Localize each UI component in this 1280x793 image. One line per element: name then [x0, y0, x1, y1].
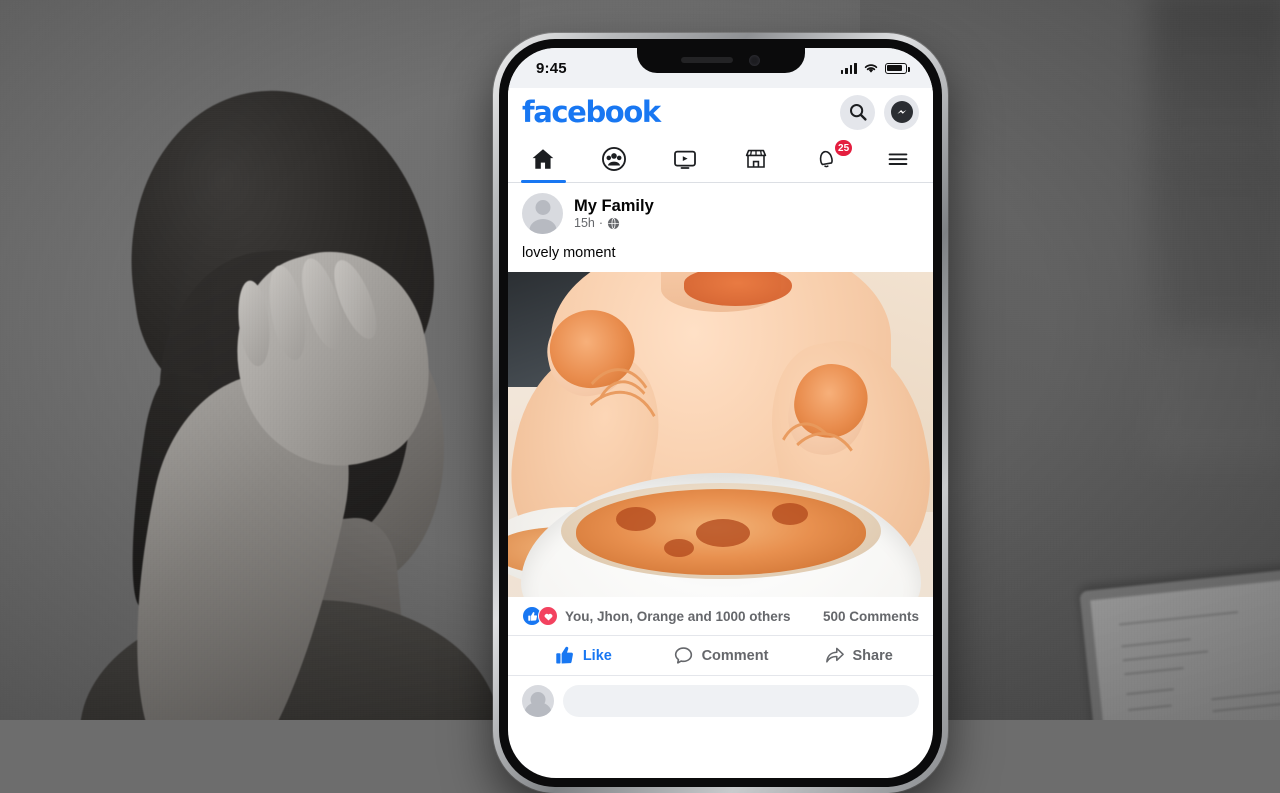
- thumbs-up-icon: [554, 645, 575, 666]
- messenger-icon[interactable]: [884, 95, 919, 130]
- phone-screen: 9:45 facebook: [508, 48, 933, 778]
- phone-notch: [637, 48, 805, 73]
- nav-tab-watch[interactable]: [650, 136, 721, 182]
- comment-input[interactable]: [563, 685, 919, 717]
- hamburger-menu-icon: [885, 146, 911, 172]
- nav-tab-notifications[interactable]: 25: [791, 136, 862, 182]
- comment-bubble-icon: [673, 645, 694, 666]
- share-arrow-icon: [824, 645, 845, 666]
- marketplace-icon: [742, 145, 770, 173]
- active-tab-underline: [521, 180, 566, 183]
- battery-icon: [885, 63, 907, 74]
- friends-icon: [601, 146, 627, 172]
- video-icon: [671, 145, 699, 173]
- post-meta-separator: ·: [599, 216, 603, 230]
- like-button[interactable]: Like: [514, 645, 652, 666]
- comment-label: Comment: [702, 648, 769, 664]
- avatar[interactable]: [522, 193, 563, 234]
- earpiece-speaker: [681, 57, 733, 63]
- feed-post: My Family 15h · lovely moment: [508, 183, 933, 726]
- post-meta: 15h ·: [574, 216, 654, 230]
- post-header: My Family 15h ·: [508, 183, 933, 238]
- reaction-icons: [522, 606, 558, 626]
- phone-device: 9:45 facebook: [493, 33, 948, 793]
- laptop-screen: [1090, 569, 1280, 720]
- navigation-tabs: 25: [508, 136, 933, 183]
- background-blurred-panel-2: [1160, 150, 1280, 330]
- post-body-text: lovely moment: [508, 238, 933, 272]
- post-reactions-bar: You, Jhon, Orange and 1000 others 500 Co…: [508, 597, 933, 636]
- comments-count[interactable]: 500 Comments: [823, 609, 919, 624]
- avatar[interactable]: [522, 685, 554, 717]
- nav-tab-menu[interactable]: [862, 136, 933, 182]
- header-actions: [840, 95, 919, 130]
- share-label: Share: [853, 648, 893, 664]
- nav-tab-home[interactable]: [508, 136, 579, 182]
- post-timestamp: 15h: [574, 216, 595, 230]
- home-icon: [530, 146, 556, 172]
- background-laptop: [1079, 565, 1280, 720]
- post-image[interactable]: [508, 272, 933, 597]
- post-author-block: My Family 15h ·: [574, 197, 654, 231]
- notification-badge: 25: [834, 139, 853, 157]
- app-header: facebook: [508, 88, 933, 136]
- phone-bezel: 9:45 facebook: [499, 39, 942, 787]
- status-bar-time: 9:45: [536, 60, 567, 77]
- reaction-summary-group[interactable]: You, Jhon, Orange and 1000 others: [522, 606, 791, 626]
- status-bar-indicators: [841, 62, 907, 74]
- facebook-logo[interactable]: facebook: [522, 98, 660, 127]
- comment-button[interactable]: Comment: [652, 645, 790, 666]
- post-actions-bar: Like Comment Share: [508, 636, 933, 676]
- post-author-name[interactable]: My Family: [574, 197, 654, 216]
- cellular-bars-icon: [841, 62, 857, 74]
- search-icon[interactable]: [840, 95, 875, 130]
- share-button[interactable]: Share: [789, 645, 927, 666]
- comment-composer: [508, 676, 933, 726]
- nav-tab-friends[interactable]: [579, 136, 650, 182]
- status-bar: 9:45: [508, 48, 933, 88]
- front-camera-icon: [749, 55, 760, 66]
- bowl-pasta: [576, 489, 866, 575]
- like-label: Like: [583, 648, 612, 664]
- reaction-summary-text: You, Jhon, Orange and 1000 others: [565, 609, 791, 624]
- nav-tab-marketplace[interactable]: [720, 136, 791, 182]
- background-person: [20, 70, 490, 720]
- heart-icon: [538, 606, 558, 626]
- wifi-icon: [863, 62, 879, 74]
- globe-icon: [607, 217, 620, 230]
